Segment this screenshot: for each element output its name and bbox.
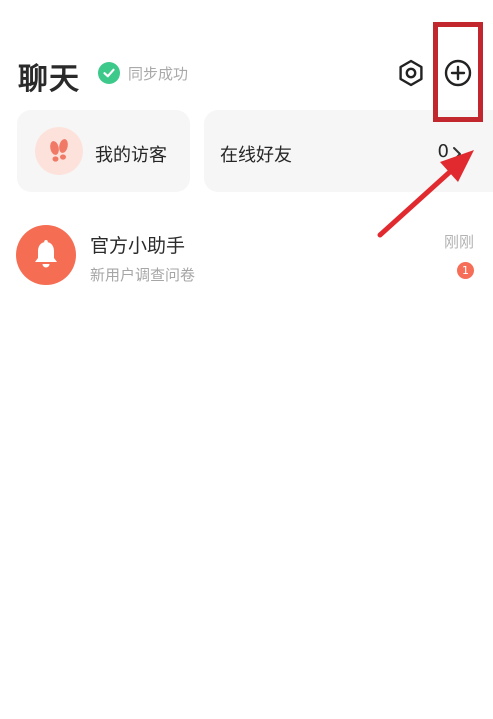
footprints-icon — [35, 127, 83, 175]
highlight-box-annotation — [433, 22, 483, 122]
page-title: 聊天 — [18, 62, 80, 97]
sync-status-text: 同步成功 — [128, 64, 189, 83]
online-friends-label: 在线好友 — [220, 145, 292, 166]
unread-badge: 1 — [457, 262, 474, 279]
chat-preview: 新用户调查问卷 — [90, 266, 196, 284]
sync-status: 同步成功 — [98, 62, 188, 84]
bell-icon — [35, 240, 57, 268]
settings-button[interactable] — [396, 58, 426, 88]
my-visitors-card[interactable]: 我的访客 — [17, 110, 190, 192]
my-visitors-label: 我的访客 — [95, 145, 167, 166]
assistant-avatar — [16, 225, 76, 285]
check-icon — [98, 62, 120, 84]
settings-icon — [399, 59, 423, 87]
chat-name: 官方小助手 — [90, 235, 186, 257]
header-bar: 聊天 同步成功 — [0, 0, 493, 110]
arrow-annotation — [377, 150, 474, 238]
